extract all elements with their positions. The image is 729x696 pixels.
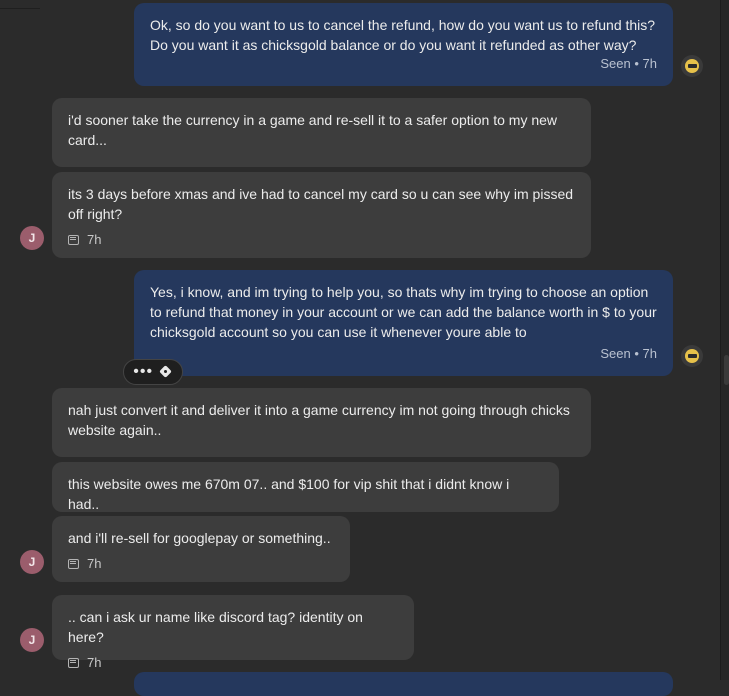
top-divider [0, 0, 40, 9]
message-text: its 3 days before xmas and ive had to ca… [68, 186, 574, 222]
message-incoming[interactable]: i'd sooner take the currency in a game a… [52, 98, 591, 167]
message-meta: 7h [68, 653, 398, 673]
agent-avatar-icon [681, 345, 703, 367]
chat-bubble-icon [68, 235, 79, 245]
user-avatar[interactable]: J [20, 550, 44, 574]
user-avatar[interactable]: J [20, 226, 44, 250]
scrollbar-thumb[interactable] [724, 355, 729, 385]
user-avatar[interactable]: J [20, 628, 44, 652]
message-text: Yes, i know, and im trying to help you, … [150, 284, 657, 340]
message-time: 7h [87, 556, 102, 571]
message-time: 7h [87, 232, 102, 247]
message-time: 7h [87, 655, 102, 670]
more-icon[interactable]: ••• [133, 359, 153, 385]
message-outgoing-partial[interactable] [134, 672, 673, 696]
chat-bubble-icon [68, 658, 79, 668]
message-incoming[interactable]: its 3 days before xmas and ive had to ca… [52, 172, 591, 258]
message-incoming[interactable]: .. can i ask ur name like discord tag? i… [52, 595, 414, 670]
agent-avatar-icon [681, 55, 703, 77]
tag-icon[interactable] [160, 366, 173, 379]
message-status: Seen • 7h [600, 56, 657, 71]
message-text: this website owes me 670m 07.. and $100 … [68, 476, 510, 512]
message-text: .. can i ask ur name like discord tag? i… [68, 609, 363, 645]
message-meta: 7h [68, 554, 334, 574]
message-incoming[interactable]: this website owes me 670m 07.. and $100 … [52, 462, 559, 512]
message-text: i'd sooner take the currency in a game a… [68, 112, 558, 148]
message-status: Seen • 7h [600, 346, 657, 361]
message-text: nah just convert it and deliver it into … [68, 402, 570, 438]
message-meta: 7h [68, 230, 575, 250]
message-incoming[interactable]: nah just convert it and deliver it into … [52, 388, 591, 457]
scrollbar-track[interactable] [720, 0, 729, 680]
chat-bubble-icon [68, 559, 79, 569]
message-action-bar: ••• [123, 359, 183, 385]
message-text: Ok, so do you want to us to cancel the r… [150, 17, 656, 53]
message-text: and i'll re-sell for googlepay or someth… [68, 530, 331, 546]
message-outgoing[interactable]: Yes, i know, and im trying to help you, … [134, 270, 673, 376]
message-incoming[interactable]: and i'll re-sell for googlepay or someth… [52, 516, 350, 582]
message-outgoing[interactable]: Ok, so do you want to us to cancel the r… [134, 3, 673, 86]
